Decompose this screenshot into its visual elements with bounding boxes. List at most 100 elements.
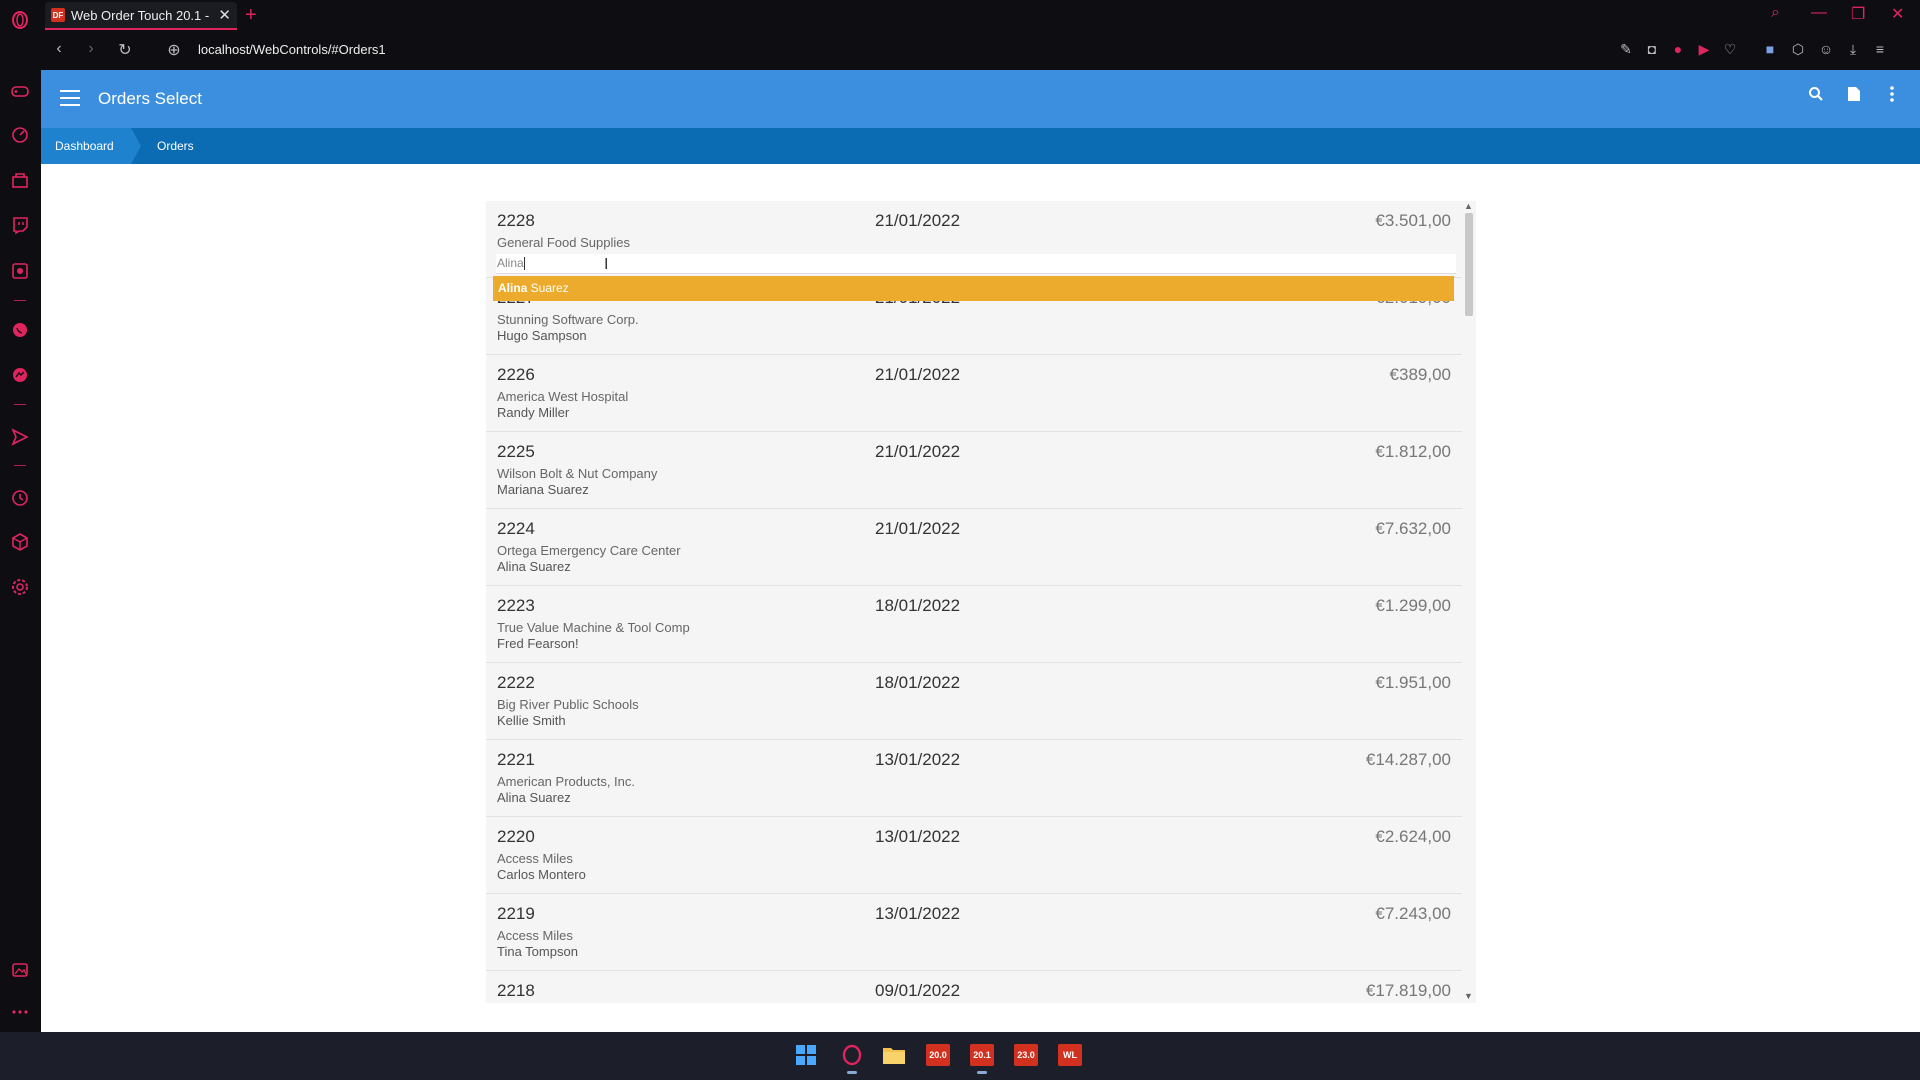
wallpaper-icon[interactable] xyxy=(8,958,32,982)
order-sales-rep: Fred Fearson! xyxy=(497,636,579,651)
shield-icon[interactable]: ● xyxy=(1669,41,1687,57)
order-row[interactable]: 2220 13/01/2022 €2.624,00 Access Miles C… xyxy=(486,817,1462,894)
orders-list: 2228 21/01/2022 €3.501,00 General Food S… xyxy=(486,201,1462,1003)
order-customer: Access Miles xyxy=(497,928,573,943)
news-icon[interactable] xyxy=(8,259,32,283)
order-row[interactable]: 2225 21/01/2022 €1.812,00 Wilson Bolt & … xyxy=(486,432,1462,509)
order-amount: €2.624,00 xyxy=(1375,827,1451,846)
search-icon[interactable] xyxy=(1804,86,1828,107)
sidebar-divider xyxy=(14,465,26,466)
order-date: 21/01/2022 xyxy=(875,211,961,230)
order-number: 2220 xyxy=(497,827,535,846)
url-field[interactable]: localhost/WebControls/#Orders1 xyxy=(198,42,386,57)
heart-icon[interactable]: ♡ xyxy=(1721,41,1739,58)
order-date: 21/01/2022 xyxy=(875,519,961,538)
order-amount: €1.951,00 xyxy=(1375,673,1451,692)
reload-icon[interactable]: ↻ xyxy=(115,40,135,60)
order-row[interactable]: 2221 13/01/2022 €14.287,00 American Prod… xyxy=(486,740,1462,817)
speed-dial-icon[interactable] xyxy=(8,123,32,147)
file-explorer-icon[interactable] xyxy=(880,1041,908,1069)
taskbar: 20.0 20.1 23.0 WL xyxy=(0,1032,1920,1080)
order-row[interactable]: 2223 18/01/2022 €1.299,00 True Value Mac… xyxy=(486,586,1462,663)
order-row[interactable]: 2222 18/01/2022 €1.951,00 Big River Publ… xyxy=(486,663,1462,740)
order-row[interactable]: 2224 21/01/2022 €7.632,00 Ortega Emergen… xyxy=(486,509,1462,586)
dataflex-20-0-label: 20.0 xyxy=(926,1044,950,1066)
app-header: Orders Select xyxy=(41,70,1920,128)
page-title: Orders Select xyxy=(98,89,202,108)
order-number: 2226 xyxy=(497,365,535,384)
address-bar: ‹ › ↻ ⊕ localhost/WebControls/#Orders1 ✎… xyxy=(41,30,1920,70)
settings-gear-icon[interactable] xyxy=(8,575,32,599)
breadcrumb-orders[interactable]: Orders xyxy=(157,128,194,164)
downloads-icon[interactable]: ⤓ xyxy=(1844,41,1862,58)
more-dots-icon[interactable] xyxy=(8,1000,32,1024)
order-number: 2222 xyxy=(497,673,535,692)
order-amount: €1.299,00 xyxy=(1375,596,1451,615)
minimize-icon[interactable]: — xyxy=(1811,4,1827,22)
extensions-icon[interactable]: ⬡ xyxy=(1789,41,1807,58)
webapp-wl-icon[interactable]: WL xyxy=(1056,1041,1084,1069)
order-date: 18/01/2022 xyxy=(875,596,961,615)
messenger-icon[interactable] xyxy=(8,363,32,387)
order-row[interactable]: 2228 21/01/2022 €3.501,00 General Food S… xyxy=(486,201,1462,278)
sales-rep-input[interactable]: Alina xyxy=(496,254,1456,274)
dataflex-20-0-icon[interactable]: 20.0 xyxy=(924,1041,952,1069)
dataflex-20-1-label: 20.1 xyxy=(970,1044,994,1066)
document-icon[interactable] xyxy=(1842,86,1866,107)
menu-icon[interactable]: ≡ xyxy=(1871,41,1889,57)
scroll-up-icon[interactable]: ▲ xyxy=(1464,201,1473,211)
order-number: 2228 xyxy=(497,211,535,230)
new-tab-button[interactable]: + xyxy=(245,4,257,27)
more-vertical-icon[interactable] xyxy=(1880,86,1904,107)
opera-logo-icon[interactable] xyxy=(8,8,32,32)
close-window-icon[interactable]: ✕ xyxy=(1891,4,1904,24)
order-row[interactable]: 2226 21/01/2022 €389,00 America West Hos… xyxy=(486,355,1462,432)
order-date: 21/01/2022 xyxy=(875,365,961,384)
dataflex-20-1-icon[interactable]: 20.1 xyxy=(968,1041,996,1074)
camera-icon[interactable]: ◘ xyxy=(1643,41,1661,57)
webapp-wl-label: WL xyxy=(1058,1044,1082,1066)
forward-icon[interactable]: › xyxy=(81,40,101,58)
scrollbar-thumb[interactable] xyxy=(1465,213,1473,316)
active-indicator xyxy=(847,1071,857,1074)
order-row[interactable]: 2218 09/01/2022 €17.819,00 xyxy=(486,971,1462,1003)
breadcrumb-dashboard[interactable]: Dashboard xyxy=(41,128,131,164)
order-amount: €389,00 xyxy=(1389,365,1451,384)
twitch-icon[interactable] xyxy=(8,213,32,237)
dataflex-23-0-icon[interactable]: 23.0 xyxy=(1012,1041,1040,1069)
tab-strip: DF Web Order Touch 20.1 - Or ✕ + ⌕ — ❐ ✕ xyxy=(41,0,1920,30)
order-amount: €7.632,00 xyxy=(1375,519,1451,538)
flow-icon[interactable]: ▶ xyxy=(1695,41,1713,58)
back-icon[interactable]: ‹ xyxy=(49,40,69,58)
restore-icon[interactable]: ❐ xyxy=(1851,4,1865,24)
tab-favicon-icon: DF xyxy=(51,8,65,22)
site-info-icon[interactable]: ⊕ xyxy=(164,40,184,60)
profile-icon[interactable]: ☺ xyxy=(1817,41,1835,57)
order-row[interactable]: 2219 13/01/2022 €7.243,00 Access Miles T… xyxy=(486,894,1462,971)
scroll-down-icon[interactable]: ▼ xyxy=(1464,991,1473,1001)
gamepad-icon[interactable] xyxy=(8,79,32,103)
hamburger-menu-icon[interactable] xyxy=(60,90,80,106)
search-tabs-icon[interactable]: ⌕ xyxy=(1771,4,1780,22)
scrollbar[interactable]: ▲ ▼ xyxy=(1462,201,1476,1003)
history-icon[interactable] xyxy=(8,486,32,510)
order-sales-rep: Carlos Montero xyxy=(497,867,586,882)
bitwarden-icon[interactable]: ■ xyxy=(1761,41,1779,57)
gx-store-icon[interactable] xyxy=(8,168,32,192)
order-amount: €7.243,00 xyxy=(1375,904,1451,923)
extensions-cube-icon[interactable] xyxy=(8,530,32,554)
autocomplete-suggestion[interactable]: Alina Suarez xyxy=(493,276,1454,301)
order-sales-rep: Alina Suarez xyxy=(497,790,571,805)
order-number: 2224 xyxy=(497,519,535,538)
order-customer: American Products, Inc. xyxy=(497,774,635,789)
whatsapp-icon[interactable] xyxy=(8,318,32,342)
send-icon[interactable] xyxy=(8,425,32,449)
order-date: 13/01/2022 xyxy=(875,904,961,923)
opera-gx-taskbar-icon[interactable] xyxy=(838,1041,866,1074)
browser-tab[interactable]: DF Web Order Touch 20.1 - Or ✕ xyxy=(45,2,237,30)
edit-icon[interactable]: ✎ xyxy=(1617,41,1635,58)
order-customer: True Value Machine & Tool Comp xyxy=(497,620,690,635)
windows-start-icon[interactable] xyxy=(792,1041,820,1069)
tab-close-icon[interactable]: ✕ xyxy=(218,6,231,24)
order-amount: €1.812,00 xyxy=(1375,442,1451,461)
